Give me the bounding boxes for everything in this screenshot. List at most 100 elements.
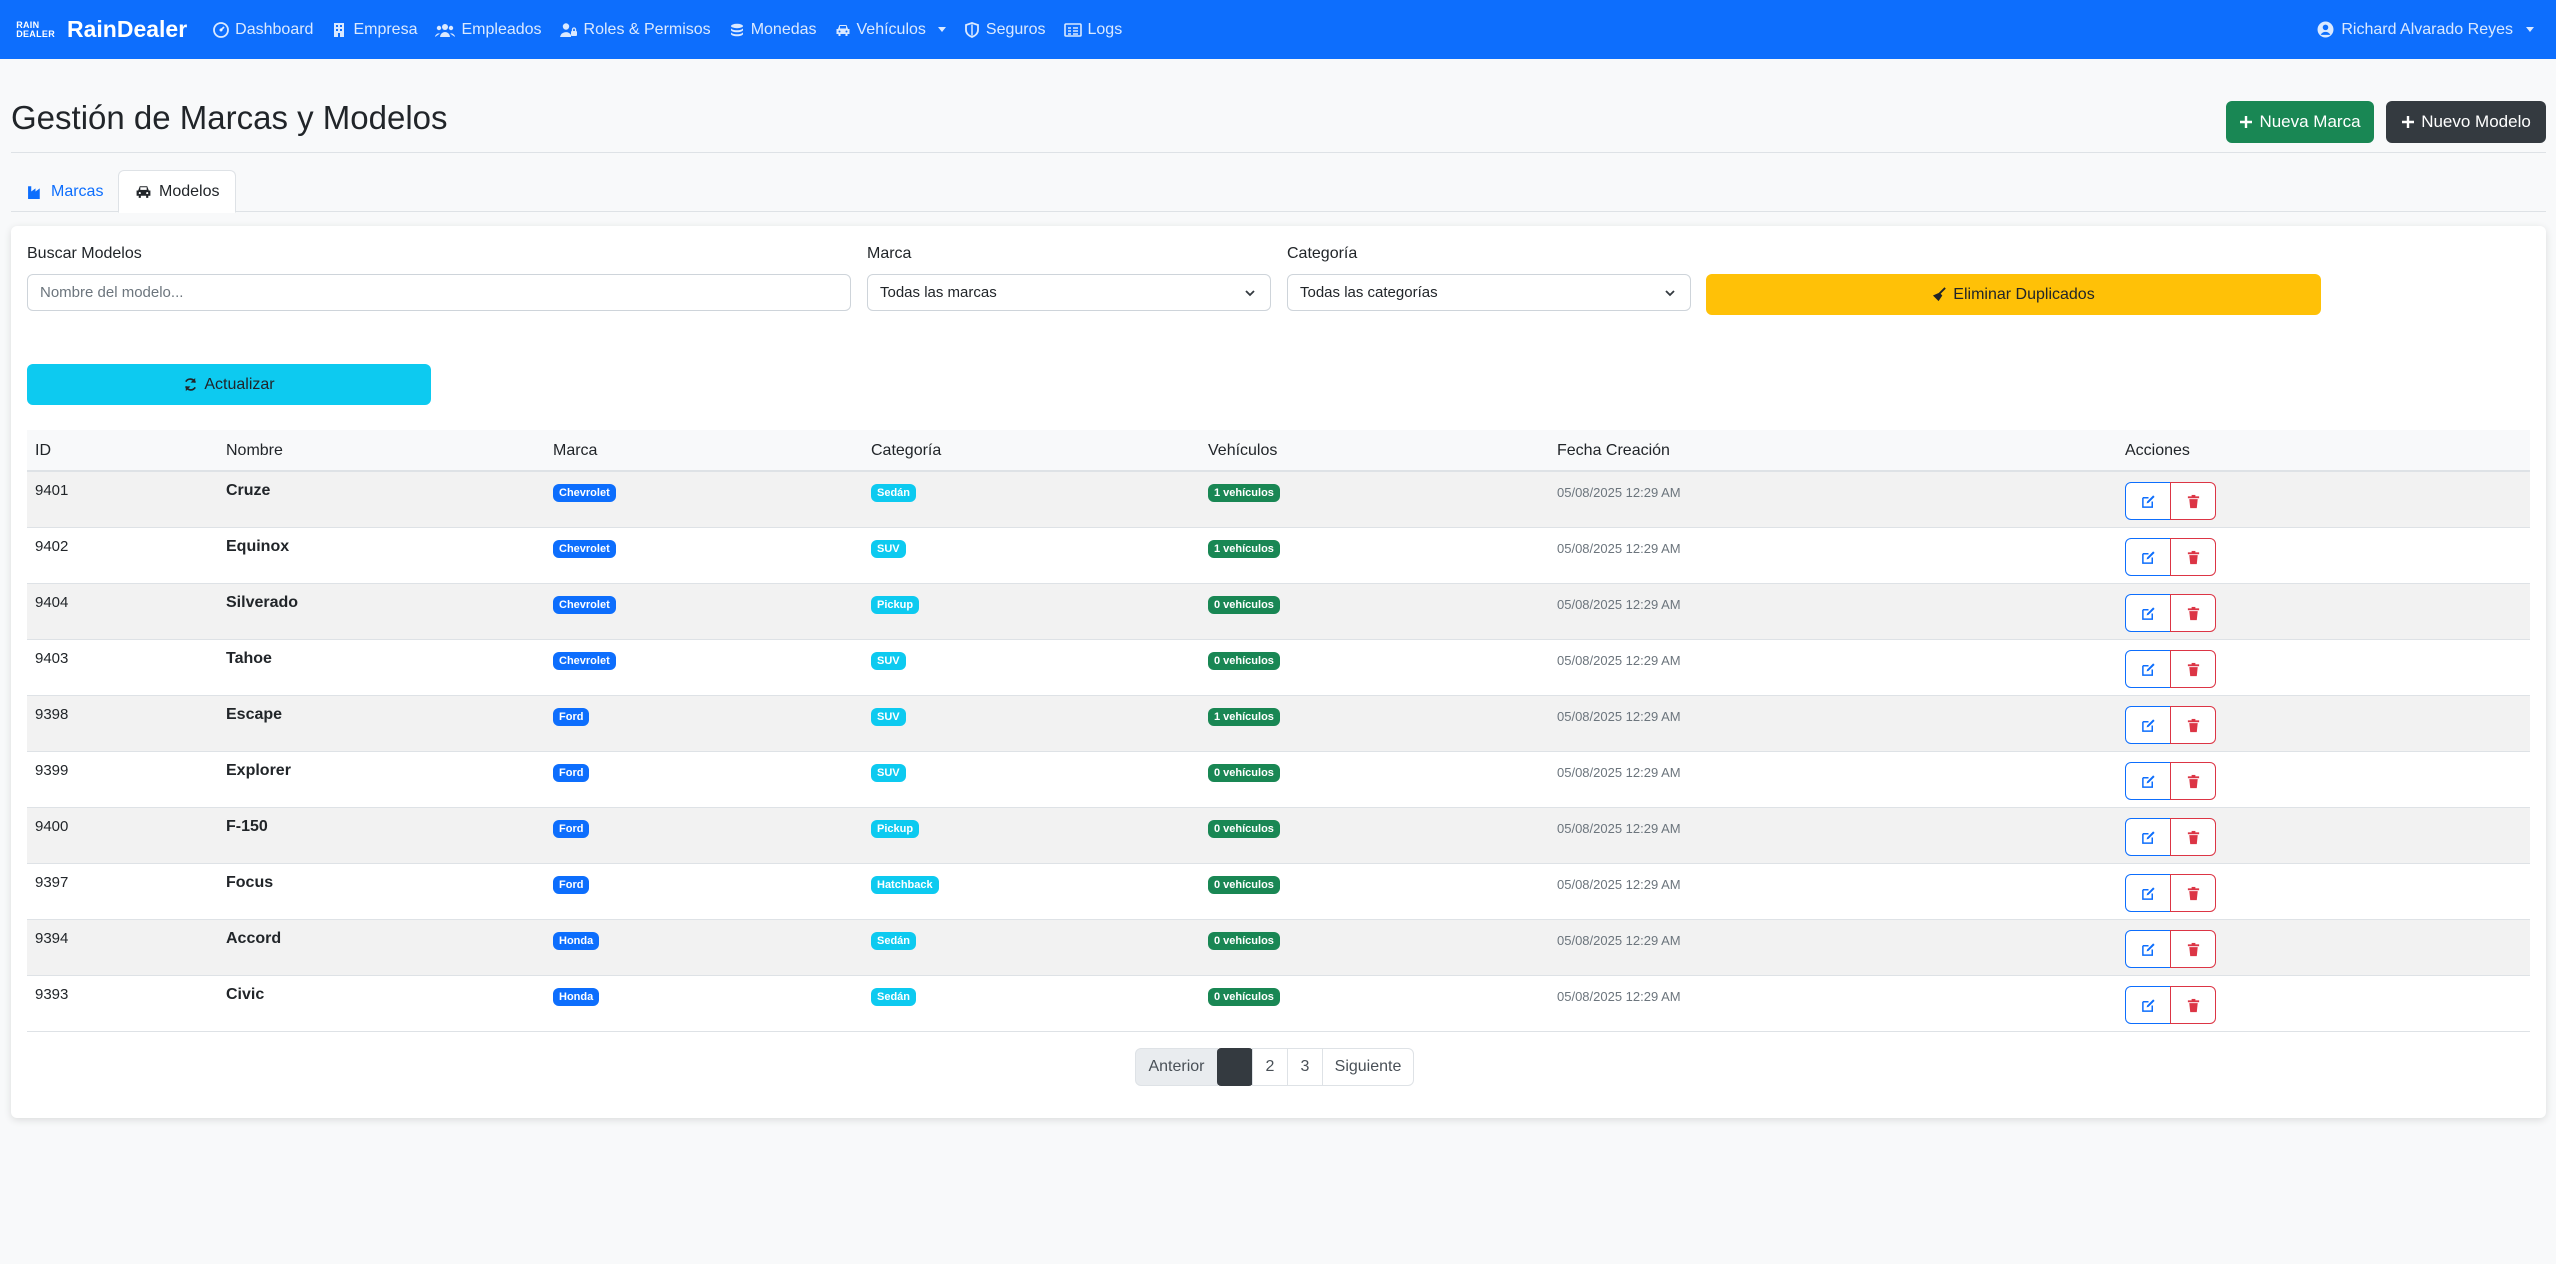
cell-created: 05/08/2025 12:29 AM [1557, 653, 1681, 668]
next-page-button[interactable]: Siguiente [1322, 1048, 1414, 1086]
edit-icon [2141, 886, 2155, 900]
brand-select[interactable]: Todas las marcas [867, 274, 1271, 311]
table-row: 9398 Escape Ford SUV 1 vehículos 05/08/2025 1… [27, 696, 2530, 752]
category-badge: SUV [871, 764, 906, 782]
col-id[interactable]: ID [35, 430, 51, 472]
nav-roles-permisos[interactable]: Roles & Permisos [559, 21, 711, 39]
trash-icon [2187, 718, 2199, 732]
edit-button[interactable] [2125, 762, 2171, 800]
edit-button[interactable] [2125, 538, 2171, 576]
delete-button[interactable] [2170, 818, 2216, 856]
edit-button[interactable] [2125, 706, 2171, 744]
cell-name: Accord [226, 930, 282, 947]
col-brand[interactable]: Marca [553, 430, 597, 472]
table-row: 9401 Cruze Chevrolet Sedán 1 vehículos 05/08/… [27, 472, 2530, 528]
sync-icon [185, 377, 197, 392]
page-title: Gestión de Marcas y Modelos [11, 99, 448, 136]
table-row: 9403 Tahoe Chevrolet SUV 0 vehículos 05/08/20… [27, 640, 2530, 696]
page-2-button[interactable]: 2 [1252, 1048, 1288, 1086]
user-menu-dropdown[interactable]: Richard Alvarado Reyes [2317, 0, 2534, 59]
category-badge: Pickup [871, 596, 920, 614]
list-icon [1063, 22, 1082, 37]
delete-button[interactable] [2170, 482, 2216, 520]
page-3-button[interactable]: 3 [1287, 1048, 1323, 1086]
search-input[interactable]: Nombre del modelo... [27, 274, 851, 311]
header-divider [11, 152, 2546, 153]
edit-button[interactable] [2125, 874, 2171, 912]
edit-button[interactable] [2125, 986, 2171, 1024]
brand-badge: Ford [553, 764, 590, 782]
nav-monedas[interactable]: Monedas [729, 21, 817, 39]
prev-page-button[interactable]: Anterior [1135, 1048, 1218, 1086]
edit-button[interactable] [2125, 594, 2171, 632]
edit-icon [2141, 830, 2155, 844]
delete-button[interactable] [2170, 986, 2216, 1024]
caret-down-icon [937, 27, 946, 32]
edit-button[interactable] [2125, 482, 2171, 520]
col-created[interactable]: Fecha Creación [1557, 430, 1670, 472]
nav-empresa-label: Empresa [353, 20, 418, 38]
shield-icon [965, 21, 979, 38]
trash-icon [2187, 774, 2199, 788]
nav-dashboard[interactable]: Dashboard [213, 21, 313, 39]
refresh-button[interactable]: Actualizar [27, 364, 431, 405]
category-select[interactable]: Todas las categorías [1287, 274, 1691, 311]
edit-button[interactable] [2125, 930, 2171, 968]
edit-icon [2141, 550, 2155, 564]
remove-duplicates-button[interactable]: Eliminar Duplicados [1706, 274, 2321, 315]
vehicles-badge: 1 vehículos [1208, 484, 1280, 502]
col-name[interactable]: Nombre [226, 430, 283, 472]
delete-button[interactable] [2170, 874, 2216, 912]
edit-icon [2141, 662, 2155, 676]
brand-badge: Chevrolet [553, 652, 616, 670]
cell-id: 9403 [35, 650, 69, 667]
cell-created: 05/08/2025 12:29 AM [1557, 877, 1681, 892]
nav-logs[interactable]: Logs [1063, 20, 1123, 39]
nav-empleados[interactable]: Empleados [435, 21, 542, 39]
trash-icon [2187, 606, 2199, 620]
edit-icon [2141, 494, 2155, 508]
delete-button[interactable] [2170, 594, 2216, 632]
brand-select-value: Todas las marcas [880, 284, 997, 301]
category-select-value: Todas las categorías [1300, 284, 1438, 301]
car-icon [136, 186, 151, 198]
user-lock-icon [559, 22, 577, 37]
nav-empresa[interactable]: Empresa [331, 21, 417, 39]
dashboard-icon [213, 21, 230, 38]
category-badge: SUV [871, 708, 906, 726]
tab-modelos[interactable]: Modelos [118, 170, 237, 213]
delete-button[interactable] [2170, 538, 2216, 576]
trash-icon [2187, 942, 2199, 956]
delete-button[interactable] [2170, 762, 2216, 800]
edit-button[interactable] [2125, 650, 2171, 688]
nav-logs-label: Logs [1087, 20, 1123, 38]
delete-button[interactable] [2170, 930, 2216, 968]
cell-name: Escape [226, 706, 283, 723]
cell-id: 9399 [35, 762, 69, 779]
brand-badge: Honda [553, 988, 600, 1006]
edit-button[interactable] [2125, 818, 2171, 856]
table-body: 9401 Cruze Chevrolet Sedán 1 vehículos 05/08/… [27, 472, 2530, 1032]
nav-vehiculos-dropdown[interactable]: Vehículos [835, 21, 946, 39]
col-vehicles[interactable]: Vehículos [1208, 430, 1277, 472]
new-brand-button[interactable]: Nueva Marca [2226, 101, 2374, 143]
delete-button[interactable] [2170, 650, 2216, 688]
car-icon [836, 24, 850, 36]
tab-marcas[interactable]: Marcas [11, 170, 119, 213]
category-badge: Pickup [871, 820, 920, 838]
brand-badge: Chevrolet [553, 596, 616, 614]
nav-seguros[interactable]: Seguros [964, 21, 1046, 39]
models-card: Buscar Modelos Nombre del modelo... Marc… [11, 226, 2546, 1118]
col-actions: Acciones [2125, 442, 2190, 459]
brand[interactable]: RAIN DEALER RainDealer [13, 16, 187, 43]
user-circle-icon [2317, 21, 2334, 38]
delete-button[interactable] [2170, 706, 2216, 744]
col-category[interactable]: Categoría [871, 430, 941, 472]
nav-seguros-label: Seguros [985, 20, 1046, 38]
new-model-button[interactable]: Nuevo Modelo [2386, 101, 2546, 143]
cell-id: 9400 [35, 818, 69, 835]
brand-badge: Ford [553, 708, 590, 726]
page-1-button[interactable] [1217, 1048, 1253, 1086]
vehicles-badge: 0 vehículos [1208, 876, 1280, 894]
new-model-label: Nuevo Modelo [2421, 112, 2531, 131]
